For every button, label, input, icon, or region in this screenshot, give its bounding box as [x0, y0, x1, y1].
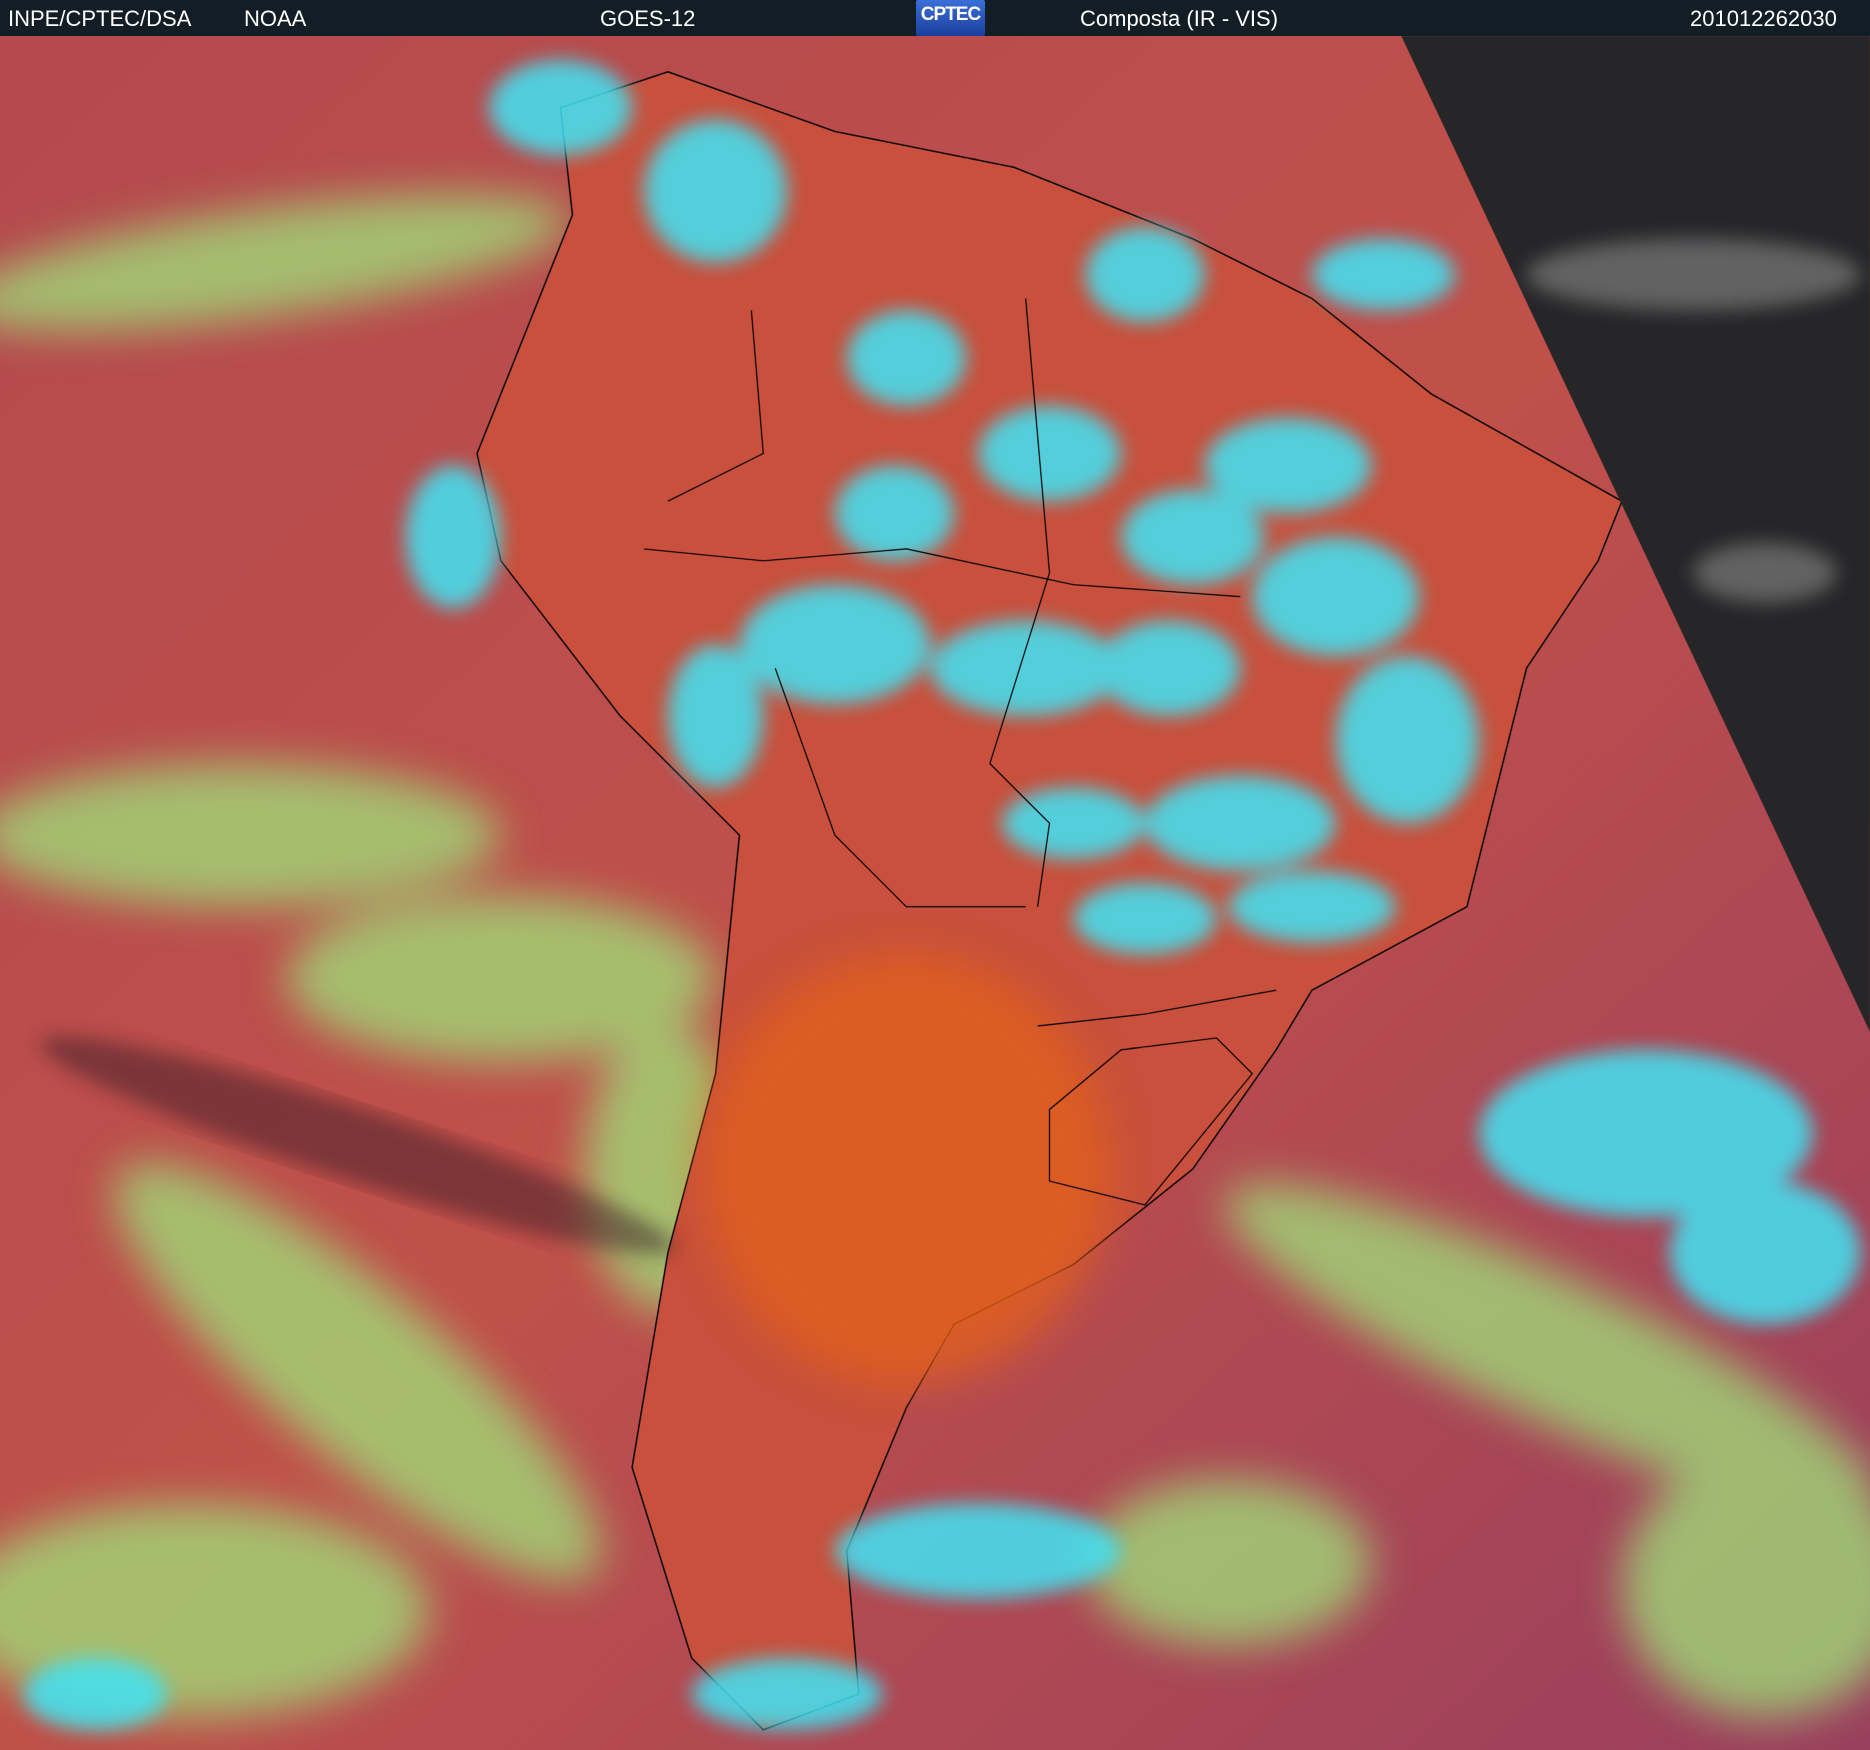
source-label: NOAA — [244, 6, 307, 31]
satellite-label: GOES-12 — [600, 6, 696, 31]
cptec-logo: CPTEC — [916, 0, 985, 36]
timestamp-label: 201012262030 — [1690, 6, 1837, 31]
agency-label: INPE/CPTEC/DSA — [8, 6, 192, 31]
satellite-image — [0, 36, 1870, 1750]
product-label: Composta (IR - VIS) — [1080, 6, 1279, 31]
header-bar: INPE/CPTEC/DSA NOAA GOES-12 CPTEC Compos… — [0, 0, 1870, 36]
logo-text: CPTEC — [920, 4, 981, 25]
